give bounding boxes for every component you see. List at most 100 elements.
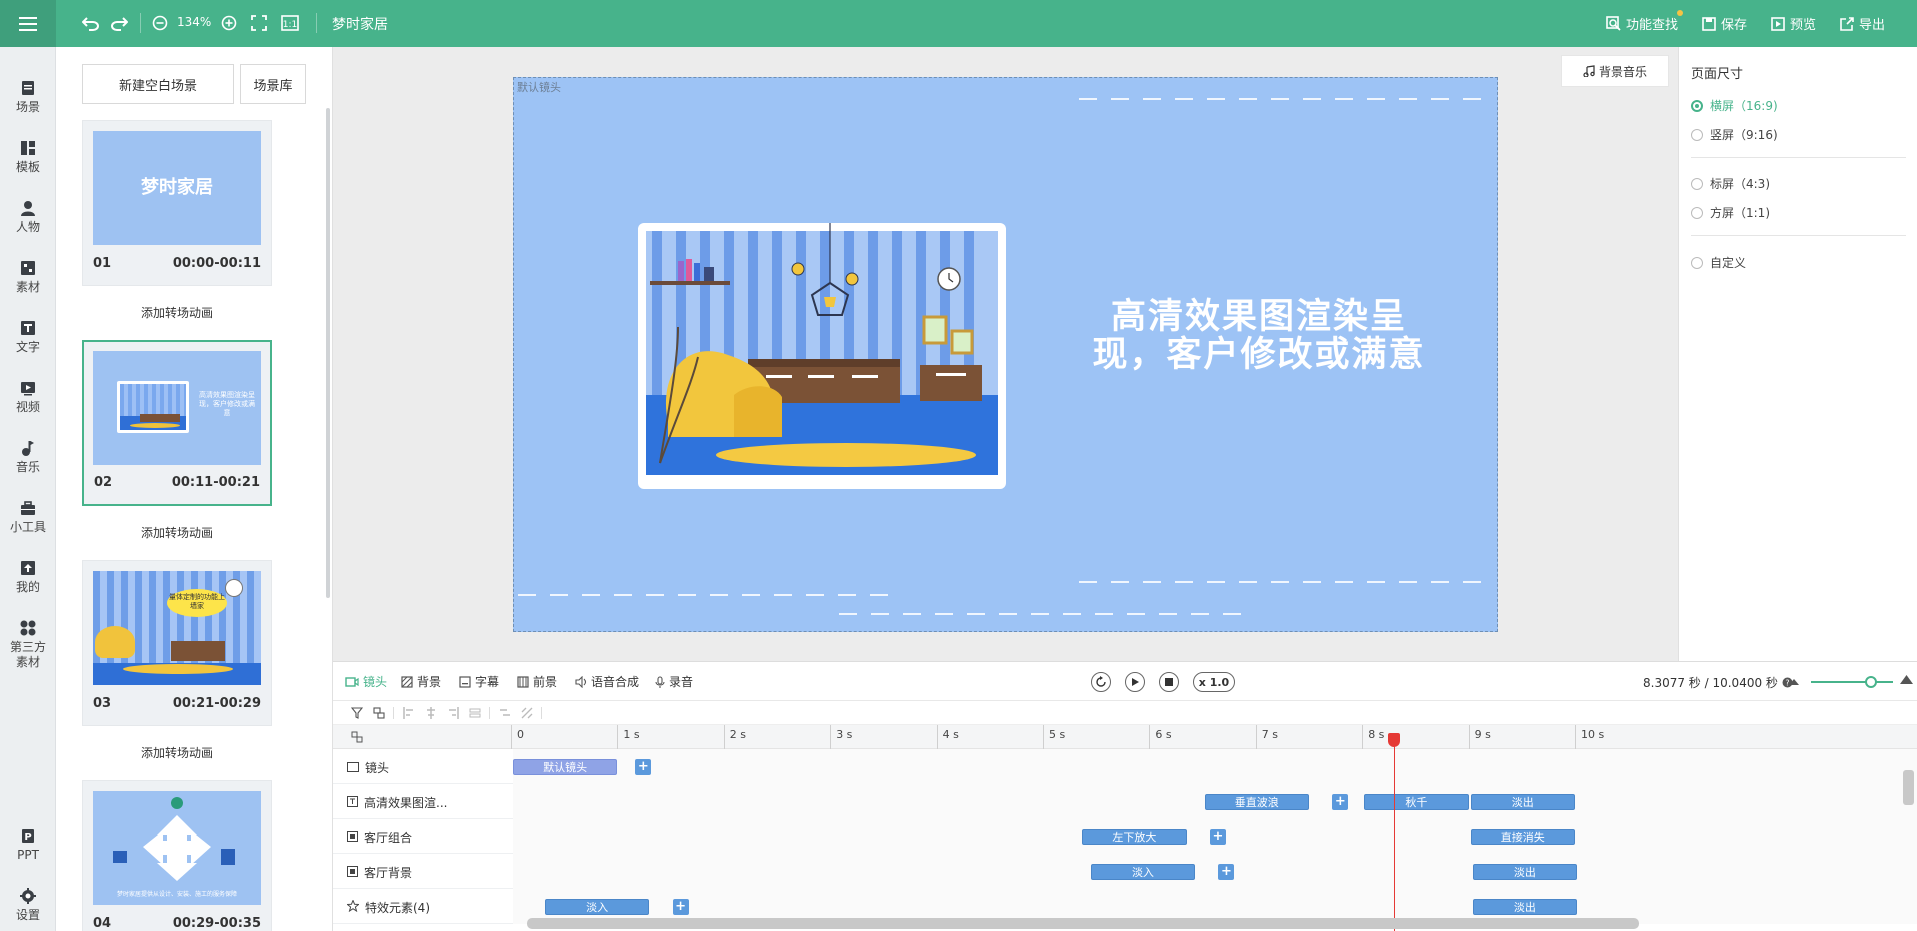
animation-clip[interactable]: 淡出	[1472, 864, 1578, 880]
track-lane[interactable]	[513, 749, 1917, 784]
play-button[interactable]	[1125, 672, 1145, 692]
add-animation-button[interactable]: +	[1209, 829, 1226, 845]
tab-foreground[interactable]: 前景	[517, 673, 557, 690]
track-name[interactable]: 高清效果图渲...	[347, 794, 447, 811]
align-left-icon[interactable]	[403, 707, 415, 719]
redo-button[interactable]	[108, 12, 130, 34]
undo-button[interactable]	[80, 12, 102, 34]
tab-tts[interactable]: 语音合成	[575, 673, 639, 690]
align-right-icon[interactable]	[447, 707, 459, 719]
add-transition-button[interactable]: 添加转场动画	[82, 744, 272, 761]
animation-clip[interactable]: 秋千	[1364, 794, 1469, 810]
rail-item-text[interactable]: 文字	[0, 319, 56, 355]
actual-size-button[interactable]: 1:1	[279, 12, 301, 34]
track-row[interactable]: 客厅组合 左下放大 直接消失 +	[333, 819, 1917, 854]
rail-item-material[interactable]: 素材	[0, 259, 56, 295]
scene-card-01[interactable]: 梦时家居 01 00:00-00:11	[82, 120, 272, 286]
track-name[interactable]: 客厅组合	[347, 829, 412, 846]
split-icon[interactable]	[521, 707, 533, 719]
zoom-out-mountain-icon[interactable]	[1789, 677, 1799, 685]
scene-thumbnail: 梦时家居	[93, 131, 261, 245]
animation-clip[interactable]: 垂直波浪	[1204, 794, 1309, 810]
animation-clip[interactable]: 淡出	[1472, 899, 1578, 915]
playhead[interactable]	[1393, 734, 1395, 931]
animation-clip[interactable]: 淡入	[1090, 864, 1196, 880]
page-size-option-16-9[interactable]: 横屏（16:9)	[1691, 97, 1778, 114]
scene-panel-scrollbar[interactable]	[326, 108, 330, 598]
group-icon[interactable]	[373, 707, 385, 719]
animation-clip[interactable]: 直接消失	[1470, 829, 1575, 845]
zoom-in-mountain-icon[interactable]	[1900, 674, 1913, 684]
animation-clip[interactable]: 左下放大	[1082, 829, 1187, 845]
tab-camera[interactable]: 镜头	[345, 673, 387, 690]
rail-item-template[interactable]: 模板	[0, 139, 56, 175]
zoom-in-button[interactable]	[219, 12, 239, 34]
animation-clip[interactable]: 默认镜头	[513, 759, 618, 775]
filter-icon[interactable]	[351, 707, 363, 719]
track-row[interactable]: 客厅背景 淡入 淡出 +	[333, 854, 1917, 889]
track-name[interactable]: 镜头	[347, 759, 389, 776]
stop-button[interactable]	[1159, 672, 1179, 692]
fit-screen-button[interactable]	[249, 12, 269, 34]
tab-record[interactable]: 录音	[655, 673, 693, 690]
speed-button[interactable]: x 1.0	[1193, 672, 1235, 692]
page-size-option-9-16[interactable]: 竖屏（9:16)	[1691, 126, 1778, 143]
stage-headline[interactable]: 高清效果图渲染呈 现，客户修改或满意	[1034, 298, 1484, 374]
stop-icon	[1165, 678, 1173, 686]
track-lane[interactable]	[513, 854, 1917, 889]
add-transition-button[interactable]: 添加转场动画	[82, 304, 272, 321]
export-icon	[1840, 16, 1854, 31]
save-button[interactable]: 保存	[1702, 14, 1747, 33]
track-name[interactable]: 特效元素(4)	[346, 899, 430, 916]
add-animation-button[interactable]: +	[1332, 794, 1349, 810]
add-animation-button[interactable]: +	[635, 759, 652, 775]
timeline-horizontal-scrollbar[interactable]	[527, 918, 1639, 929]
replay-button[interactable]	[1091, 672, 1111, 692]
page-size-option-custom[interactable]: 自定义	[1691, 254, 1746, 271]
rail-item-person[interactable]: 人物	[0, 199, 56, 235]
rail-item-settings[interactable]: 设置	[0, 887, 56, 923]
track-name[interactable]: 客厅背景	[347, 864, 412, 881]
scene-card-02[interactable]: 高清效果图渲染呈现，客户修改或满意 02 00:11-00:21	[82, 340, 272, 506]
track-row[interactable]: 高清效果图渲... 垂直波浪 秋千 淡出 +	[333, 784, 1917, 819]
animation-clip[interactable]: 淡出	[1470, 794, 1575, 810]
rail-item-toolbox[interactable]: 小工具	[0, 499, 56, 535]
rail-item-scene[interactable]: 场景	[0, 79, 56, 115]
track-name-label: 高清效果图渲...	[364, 796, 448, 810]
scene-card-04[interactable]: 梦时家居提供从设计、安装、施工的服务保障 04 00:29-00:35	[82, 780, 272, 931]
rail-item-video[interactable]: 视频	[0, 379, 56, 415]
rail-item-mine[interactable]: 我的	[0, 559, 56, 595]
distribute-icon[interactable]	[469, 707, 481, 719]
add-animation-button[interactable]: +	[1218, 864, 1235, 880]
project-title[interactable]: 梦时家居	[332, 14, 388, 34]
feature-search-button[interactable]: 功能查找	[1606, 14, 1678, 33]
add-transition-button[interactable]: 添加转场动画	[82, 524, 272, 541]
living-room-image[interactable]	[638, 223, 1006, 489]
rail-item-third-party[interactable]: 第三方 素材	[0, 619, 56, 670]
tab-subtitle[interactable]: 字幕	[459, 673, 499, 690]
page-size-option-1-1[interactable]: 方屏（1:1)	[1691, 204, 1770, 221]
rail-item-music[interactable]: 音乐	[0, 439, 56, 475]
timeline-ruler[interactable]: 0 1 s 2 s 3 s 4 s 5 s 6 s 7 s 8 s 9 s 10 s	[333, 725, 1917, 749]
timeline-zoom-slider[interactable]	[1811, 676, 1893, 688]
scene-card-03[interactable]: 量体定制的功能上墙家 03 00:21-00:29	[82, 560, 272, 726]
new-blank-scene-button[interactable]: 新建空白场景	[82, 64, 234, 104]
tab-background[interactable]: 背景	[401, 673, 441, 690]
add-animation-button[interactable]: +	[672, 899, 689, 915]
menu-button[interactable]	[0, 0, 56, 47]
scene-library-button[interactable]: 场景库	[240, 64, 306, 104]
slider-handle[interactable]	[1865, 676, 1877, 688]
timeline-vertical-scrollbar[interactable]	[1903, 770, 1914, 805]
track-row[interactable]: 镜头 默认镜头 +	[333, 749, 1917, 784]
page-size-option-4-3[interactable]: 标屏（4:3)	[1691, 175, 1770, 192]
arrange-icon[interactable]	[499, 707, 511, 719]
rail-item-ppt[interactable]: P PPT	[0, 827, 56, 863]
animation-clip[interactable]: 淡入	[544, 899, 650, 915]
background-music-button[interactable]: 背景音乐	[1561, 55, 1669, 87]
stage-canvas[interactable]: 默认镜头 高清效果图渲染呈 现，客户修改或满意	[513, 77, 1498, 632]
preview-button[interactable]: 预览	[1771, 14, 1816, 33]
export-button[interactable]: 导出	[1840, 14, 1885, 33]
undo-icon	[82, 17, 99, 31]
zoom-out-button[interactable]	[150, 12, 170, 34]
align-center-icon[interactable]	[425, 707, 437, 719]
